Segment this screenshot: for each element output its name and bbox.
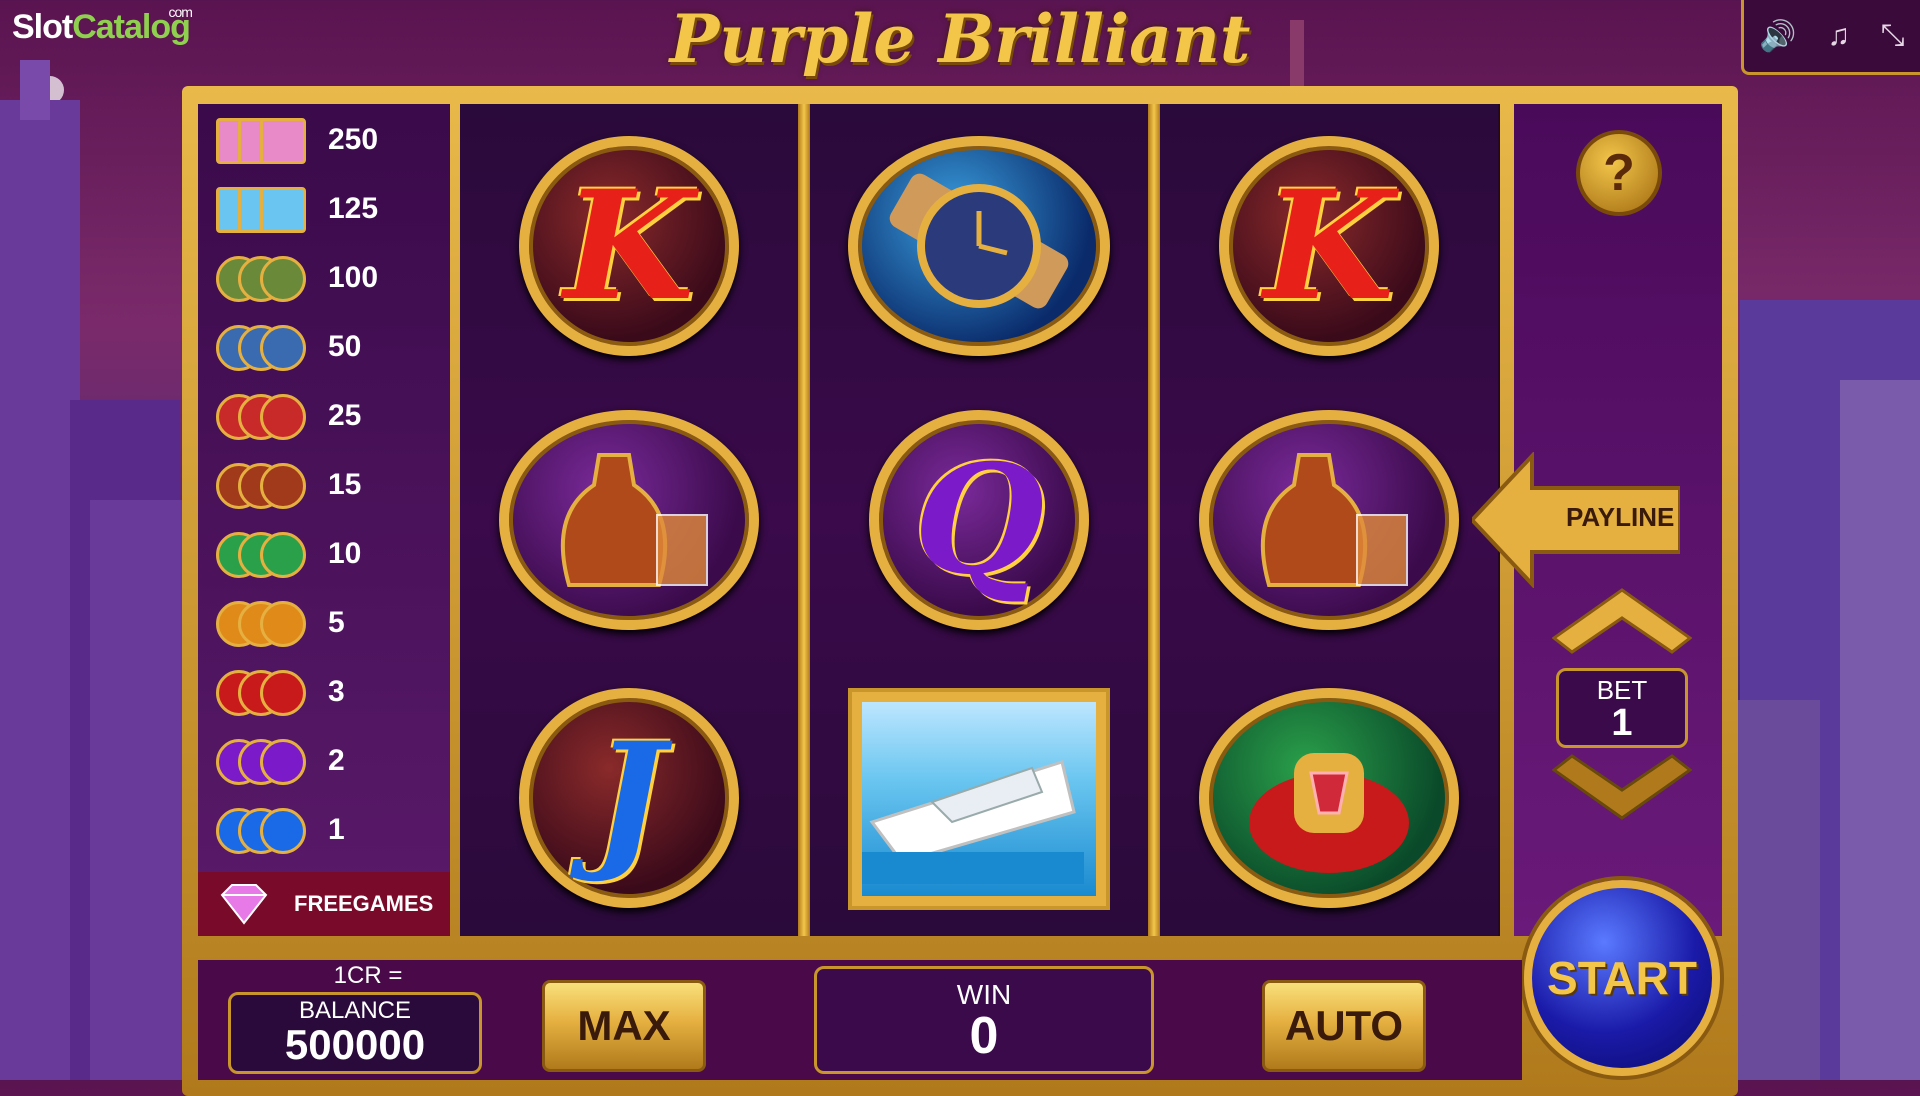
paytable-value: 250 [328,123,379,156]
king-icon [216,666,312,718]
game-title: Purple Brilliant [669,0,1251,78]
balance-display: BALANCE 500000 [228,992,482,1074]
paytable-row: 3 [216,662,456,722]
queen-icon [216,735,312,787]
start-button[interactable]: START [1524,880,1720,1076]
paytable-row: 15 [216,455,456,515]
speaker-icon[interactable]: 🔊 [1759,19,1796,54]
cognac-symbol [1199,410,1459,630]
paytable-value: 100 [328,261,379,294]
balance-value: 500000 [284,1021,426,1068]
jack-symbol: J [519,688,739,908]
paytable-row: 25 [216,386,456,446]
bet-value: 1 [1611,702,1633,744]
max-bet-button[interactable]: MAX [542,980,706,1072]
reel-1: K J [460,104,798,936]
paytable-row: 50 [216,317,456,377]
queen-symbol: Q [869,410,1089,630]
jack-icon [216,804,312,856]
paytable-row: 10 [216,524,456,584]
bet-decrease-button[interactable] [1552,752,1692,822]
ace-icon [216,597,312,649]
paytable-row: 125 [216,179,456,239]
ring-symbol [1199,688,1459,908]
paytable-value: 25 [328,399,362,432]
win-value: 0 [969,1007,999,1065]
paytable-row: 250 [216,110,456,170]
cognac-symbol [499,410,759,630]
paytable-value: 3 [328,675,345,708]
watch-icon [216,321,312,373]
paytable-row: 1 [216,800,456,860]
paytable-value: 5 [328,606,345,639]
airplane-icon [216,114,312,166]
watch-symbol [848,136,1110,356]
paytable-value: 1 [328,813,345,846]
paytable-row: 2 [216,731,456,791]
paytable: 250 125 100 50 25 15 10 5 3 2 1 FREEGAME… [198,104,450,936]
bet-increase-button[interactable] [1552,586,1692,656]
paytable-value: 2 [328,744,345,777]
reel-divider [1148,104,1160,936]
cognac-icon [216,459,312,511]
yacht-symbol [848,688,1110,910]
music-note-icon[interactable]: ♫ [1827,19,1850,53]
paytable-value: 10 [328,537,362,570]
ring-icon [216,390,312,442]
king-symbol: K [519,136,739,356]
king-symbol: K [1219,136,1439,356]
freegames-label: FREEGAMES [294,891,434,916]
paytable-row: 5 [216,593,456,653]
freegames-row: FREEGAMES [198,872,450,936]
collapse-icon[interactable]: ⤡ [1881,19,1905,53]
payline-indicator: PAYLINE [1469,450,1682,590]
help-button[interactable]: ? [1576,130,1662,216]
paytable-value: 125 [328,192,379,225]
reel-2: Q [810,104,1148,936]
ten-icon [216,528,312,580]
auto-play-button[interactable]: AUTO [1262,980,1426,1072]
paytable-row: 100 [216,248,456,308]
paytable-value: 15 [328,468,362,501]
reels-area: K J Q K [460,104,1500,936]
payline-label: PAYLINE [1566,502,1675,532]
reel-divider [798,104,810,936]
money-icon [216,252,312,304]
win-display: WIN 0 [814,966,1154,1074]
paytable-value: 50 [328,330,362,363]
bet-display: BET 1 [1556,668,1688,748]
diamond-icon [220,884,268,925]
yacht-icon [216,183,312,235]
top-toolbar: 🔊 ♫ ⤡ [1741,0,1920,75]
reel-3: K [1160,104,1498,936]
